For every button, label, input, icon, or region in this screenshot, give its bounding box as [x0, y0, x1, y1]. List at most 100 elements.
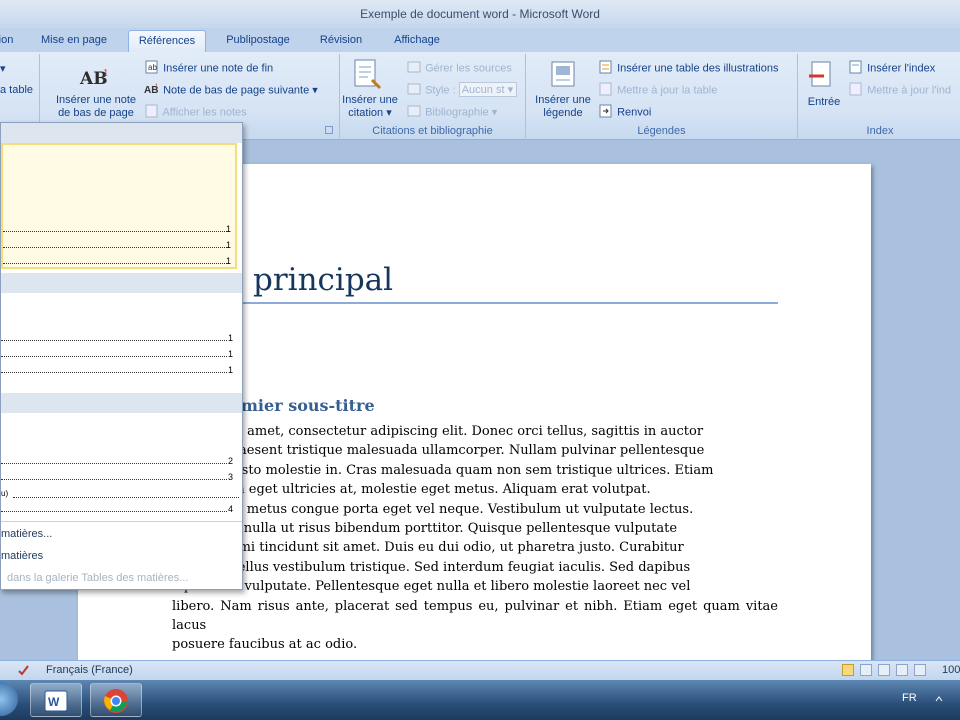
taskbar-chrome[interactable]	[90, 683, 142, 717]
cross-reference-button[interactable]: Renvoi	[598, 104, 651, 121]
tab-revision[interactable]: Révision	[308, 30, 374, 52]
toc-style-auto-1[interactable]: 1 1 1	[1, 143, 237, 269]
body-line: at sem. Praesent tristique malesuada ull…	[172, 443, 705, 459]
captions-group-label: Légendes	[637, 125, 686, 137]
insert-caption-label-1: Insérer une	[535, 94, 591, 106]
zoom-level[interactable]: 100	[942, 664, 960, 676]
body-line: rhoncus justo molestie in. Cras malesuad…	[172, 462, 714, 478]
show-notes-button[interactable]: Afficher les notes	[144, 104, 247, 121]
footnote-ab-icon: AB 1	[78, 66, 110, 91]
remove-toc-menu-item[interactable]: matières	[1, 547, 242, 567]
spelling-check-icon[interactable]	[16, 663, 32, 680]
body-line: libero. Nam risus ante, placerat sed tem…	[172, 598, 778, 634]
web-layout-view-icon[interactable]	[878, 664, 890, 676]
sources-icon	[406, 60, 422, 77]
start-button[interactable]	[0, 682, 18, 716]
index-group: Entrée Insérer l'index Mettre à jour l'i…	[800, 54, 960, 138]
toc-style-auto-2[interactable]: 1 1 1	[1, 293, 237, 389]
window-title: Exemple de document word - Microsoft Wor…	[360, 7, 600, 21]
taskbar: W FR	[0, 680, 960, 720]
toc-style-manual[interactable]: 2 3 u) 4	[1, 413, 239, 519]
tab-insertion[interactable]: ion	[0, 30, 18, 52]
tray-chevron-icon[interactable]	[934, 692, 944, 709]
mark-entry-button[interactable]: Entrée	[804, 96, 844, 109]
insert-citation-label-2: citation	[348, 107, 384, 119]
update-table-button[interactable]: a table	[0, 84, 33, 96]
toc-page-number: 1	[225, 240, 231, 250]
language-indicator[interactable]: Français (France)	[46, 664, 133, 676]
table-figures-icon	[598, 60, 614, 77]
cross-reference-icon	[598, 104, 614, 121]
toc-dropdown-arrow[interactable]: ▾	[0, 62, 6, 75]
insert-caption-button[interactable]: Insérer une légende	[530, 94, 596, 120]
chrome-icon	[103, 688, 129, 717]
style-value: Aucun st	[461, 84, 505, 97]
update-index-button[interactable]: Mettre à jour l'ind	[848, 82, 960, 99]
manage-sources-label: Gérer les sources	[425, 62, 512, 75]
show-notes-icon	[144, 104, 160, 121]
bibliography-button[interactable]: Bibliographie ▾	[406, 104, 497, 121]
body-line: eque vitae vulputate. Pellentesque eget …	[172, 579, 691, 595]
update-table-label: Mettre à jour la table	[617, 84, 718, 97]
body-line: m dolor sit amet, consectetur adipiscing…	[172, 424, 704, 439]
svg-text:W: W	[48, 695, 60, 709]
chevron-down-icon: ▾	[312, 84, 318, 97]
draft-view-icon[interactable]	[914, 664, 926, 676]
citation-icon	[352, 58, 382, 95]
citations-group-label: Citations et bibliographie	[372, 125, 493, 137]
update-table-figures-button[interactable]: Mettre à jour la table	[598, 82, 717, 99]
heading-underline	[172, 302, 778, 304]
body-line: posuere faucibus at ac odio.	[172, 637, 358, 653]
tab-publipostage[interactable]: Publipostage	[214, 30, 302, 52]
save-selection-menu-item[interactable]: dans la galerie Tables des matières...	[7, 569, 248, 589]
tab-references[interactable]: Références	[128, 30, 206, 52]
toc-page-number: 1	[225, 224, 231, 234]
insert-footnote-label-1: Insérer une note	[55, 94, 137, 106]
heading-1: principal	[253, 262, 394, 298]
insert-table-figures-button[interactable]: Insérer une table des illustrations	[598, 60, 779, 77]
insert-footnote-label-2: de bas de page	[58, 107, 134, 119]
toc-page-number: 3	[227, 472, 233, 482]
toc-leader-line	[1, 372, 227, 373]
manage-sources-button[interactable]: Gérer les sources	[406, 60, 512, 77]
next-footnote-label: Note de bas de page suivante	[163, 84, 310, 97]
style-selector: Style : Aucun st ▾	[406, 82, 517, 99]
dialog-launcher-icon[interactable]	[325, 126, 333, 134]
toc-page-number: 4	[227, 504, 233, 514]
toc-leader-line	[3, 231, 229, 232]
status-bar: Français (France) 100	[0, 660, 960, 680]
bibliography-label: Bibliographie	[425, 106, 489, 119]
body-line: ac dolor at metus congue porta eget vel …	[172, 501, 694, 517]
full-screen-view-icon[interactable]	[860, 664, 872, 676]
insert-endnote-label: Insérer une note de fin	[163, 62, 274, 75]
toc-manual-text: u)	[1, 489, 9, 498]
print-layout-view-icon[interactable]	[842, 664, 854, 676]
toc-leader-line	[3, 263, 229, 264]
gallery-separator	[1, 521, 242, 522]
tab-affichage[interactable]: Affichage	[382, 30, 452, 52]
tab-mise-en-page[interactable]: Mise en page	[30, 30, 118, 52]
insert-endnote-button[interactable]: ab Insérer une note de fin	[144, 60, 273, 77]
toc-leader-line	[1, 479, 227, 480]
outline-view-icon[interactable]	[896, 664, 908, 676]
body-line: am vitae tellus vestibulum tristique. Se…	[172, 559, 691, 575]
taskbar-word[interactable]: W	[30, 683, 82, 717]
toc-leader-line	[1, 511, 227, 512]
toc-leader-line	[3, 247, 229, 248]
update-index-label: Mettre à jour l'ind	[867, 84, 952, 97]
insert-citation-button[interactable]: Insérer une citation ▾	[340, 94, 400, 120]
toc-leader-line	[1, 463, 227, 464]
heading-2: mier sous-titre	[241, 396, 375, 415]
toc-page-number: 1	[225, 256, 231, 266]
toc-page-number: 1	[227, 333, 233, 343]
chevron-down-icon: ▾	[491, 106, 498, 119]
show-notes-label: Afficher les notes	[162, 106, 247, 119]
insert-footnote-button[interactable]: Insérer une note de bas de page	[48, 94, 144, 120]
insert-index-button[interactable]: Insérer l'index	[848, 60, 935, 77]
insert-caption-label-2: légende	[543, 107, 583, 119]
next-footnote-button[interactable]: AB 1 Note de bas de page suivante ▾	[144, 82, 318, 99]
update-index-icon	[848, 82, 864, 99]
insert-toc-menu-item[interactable]: matières...	[1, 525, 242, 545]
style-select[interactable]: Aucun st ▾	[458, 82, 517, 98]
tray-language[interactable]: FR	[902, 692, 917, 704]
